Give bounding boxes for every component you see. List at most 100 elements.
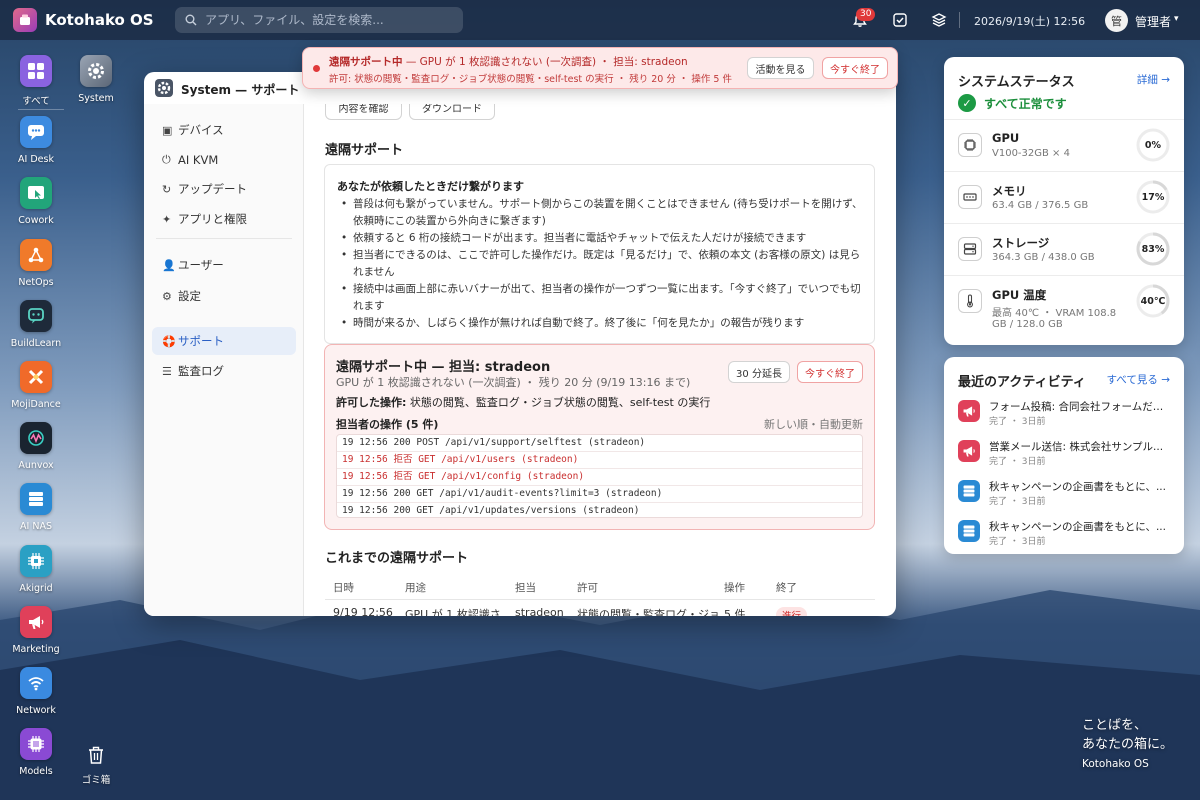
dock-item-build[interactable]: BuildLearn xyxy=(6,299,66,349)
notification-badge: 30 xyxy=(856,8,876,21)
status-detail: 最高 40℃ ・ VRAM 108.8 GB / 128.0 GB xyxy=(992,304,1116,330)
slogan: ことばを、 あなたの箱に。 xyxy=(1082,716,1173,754)
session-permissions: 許可した操作: 状態の閲覧、監査ログ・ジョブ状態の閲覧、self-test の実… xyxy=(336,394,710,410)
view-content-button[interactable]: 内容を確認 xyxy=(325,104,402,120)
dock-item-wifi[interactable]: Network xyxy=(6,667,66,716)
avatar[interactable]: 管 xyxy=(1105,9,1128,32)
kotohako-logo[interactable] xyxy=(13,8,37,32)
table-cell[interactable]: 9/19 12:56 xyxy=(333,606,393,616)
sidebar-item-ai-kvm[interactable]: ⏻ AI KVM xyxy=(152,146,296,174)
activity-item[interactable]: 営業メール送信: 株式会社サンプル... 完了 ・ 3日前 xyxy=(958,438,1178,474)
see-all-link[interactable]: すべて見る → xyxy=(1107,372,1170,387)
view-activity-button[interactable]: 活動を見る xyxy=(747,57,814,79)
table-cell[interactable]: 5 件 xyxy=(724,606,746,616)
log-entry: 19 12:56 拒否 GET /api/v1/config (stradeon… xyxy=(337,469,862,486)
sidebar-item-updates[interactable]: ↻ アップデート xyxy=(152,175,296,203)
status-detail: 364.3 GB / 438.0 GB xyxy=(992,252,1095,263)
remote-support-banner: 遠隔サポート中 — GPU が 1 枚認識されない (一次調査) ・ 担当: s… xyxy=(302,47,898,89)
sidebar-item-audit-log[interactable]: ☰ 監査ログ xyxy=(152,357,296,385)
dock-label: NetOps xyxy=(18,276,54,288)
table-cell[interactable]: 状態の閲覧・監査ログ・ジョ xyxy=(577,606,720,616)
tasks-icon[interactable] xyxy=(890,10,910,30)
table-header: 操作 xyxy=(724,582,745,594)
dock-item-chip[interactable]: Akigrid xyxy=(6,544,66,594)
banner-end-button[interactable]: 今すぐ終了 xyxy=(822,57,888,79)
megaphone-icon xyxy=(20,605,52,638)
monitor-icon: ▣ xyxy=(162,123,173,137)
status-detail-line: V100-32GB × 4 xyxy=(992,148,1070,159)
main-content: 内容を確認 ダウンロード 遠隔サポート あなたが依頼したときだけ繋がります 普段… xyxy=(304,104,896,616)
megaphone-icon xyxy=(958,440,980,462)
sparkle-icon: ✦ xyxy=(162,212,172,226)
operations-log[interactable]: 19 12:56 200 POST /api/v1/support/selfte… xyxy=(336,434,863,518)
info-bullet: 時間が来るか、しばらく操作が無ければ自動で終了。終了後に「何を見たか」の報告が残… xyxy=(337,315,867,332)
dock-label: Models xyxy=(19,766,53,778)
dock-item-nas[interactable]: AI NAS xyxy=(6,483,66,532)
megaphone-icon xyxy=(958,400,980,422)
dock-item-network[interactable]: NetOps xyxy=(6,238,66,288)
table-cell[interactable]: GPU が 1 枚認識さ xyxy=(405,606,501,616)
status-item[interactable]: GPU 温度 最高 40℃ ・ VRAM 108.8 GB / 128.0 GB 40… xyxy=(944,275,1184,330)
status-item[interactable]: メモリ 63.4 GB / 376.5 GB 17% xyxy=(944,171,1184,223)
dock-item-megaphone[interactable]: Marketing xyxy=(6,605,66,655)
dock-label: Marketing xyxy=(12,643,60,655)
sidebar-item-label: ユーザー xyxy=(178,258,224,272)
dock-label: Akigrid xyxy=(19,582,53,594)
window-title: System — サポート xyxy=(181,83,300,97)
table-cell[interactable]: stradeon xyxy=(515,606,564,616)
status-detail: 63.4 GB / 376.5 GB xyxy=(992,200,1088,211)
sidebar-item-settings[interactable]: ⚙ 設定 xyxy=(152,282,296,310)
chip-icon xyxy=(20,544,52,577)
dock-item-wave[interactable]: Aunvox xyxy=(6,422,66,471)
layers-icon[interactable] xyxy=(929,10,949,30)
sidebar: ▣ デバイス ⏻ AI KVM ↻ アップデート ✦ アプリと権限 👤 ユーザー ⚙ 設定 🛟 サポート ☰… xyxy=(144,104,304,616)
dock-item-cpu[interactable]: Models xyxy=(6,728,66,777)
desktop-system-icon[interactable]: System xyxy=(66,55,126,104)
dock-item-grid[interactable]: すべて xyxy=(6,55,66,107)
cpu-icon xyxy=(20,728,52,761)
sidebar-item-devices[interactable]: ▣ デバイス xyxy=(152,116,296,144)
slogan-brand: Kotohako OS xyxy=(1082,758,1149,770)
info-bullet: 接続中は画面上部に赤いバナーが出て、担当者の操作が一つずつ一覧に出ます。「今すぐ… xyxy=(337,281,867,315)
sidebar-divider xyxy=(156,238,292,239)
system-support-window: System — サポート ▣ デバイス ⏻ AI KVM ↻ アップデート ✦ アプリと権限… xyxy=(144,72,896,616)
status-item[interactable]: ストレージ 364.3 GB / 438.0 GB 83% xyxy=(944,223,1184,275)
sidebar-item-users[interactable]: 👤 ユーザー xyxy=(152,251,296,279)
chevron-down-icon[interactable]: ▾ xyxy=(1174,14,1179,24)
check-icon: ✓ xyxy=(958,94,976,112)
user-name[interactable]: 管理者 xyxy=(1135,13,1171,30)
status-item[interactable]: GPU V100-32GB × 4 0% xyxy=(944,119,1184,171)
log-entry: 19 12:56 200 GET /api/v1/updates/version… xyxy=(337,503,862,517)
trash[interactable]: ゴミ箱 xyxy=(66,744,126,786)
download-button[interactable]: ダウンロード xyxy=(409,104,495,120)
usage-value: 40℃ xyxy=(1140,295,1166,307)
activity-item[interactable]: 秋キャンペーンの企画書をもとに、... 完了 ・ 3日前 xyxy=(958,478,1178,514)
status-detail: V100-32GB × 4 xyxy=(992,148,1070,159)
activity-item[interactable]: フォーム投稿: 合同会社フォームだけ... 完了 ・ 3日前 xyxy=(958,398,1178,434)
support-info-box: あなたが依頼したときだけ繋がります 普段は何も繋がっていません。サポート側からこ… xyxy=(324,164,875,344)
history-title: これまでの遠隔サポート xyxy=(325,551,469,566)
info-bullet: 普段は何も繋がっていません。サポート側からこの装置を開くことはできません (待ち… xyxy=(337,196,867,230)
end-now-button[interactable]: 今すぐ終了 xyxy=(797,361,863,383)
thermometer-icon xyxy=(958,289,982,313)
activity-item[interactable]: 秋キャンペーンの企画書をもとに、... 完了 ・ 3日前 xyxy=(958,518,1178,554)
table-header: 許可 xyxy=(577,582,598,594)
dock-item-cursor[interactable]: Cowork xyxy=(6,177,66,226)
dock-item-dance[interactable]: MojiDance xyxy=(6,361,66,410)
nas-icon xyxy=(958,480,980,502)
extend-button[interactable]: 30 分延長 xyxy=(728,361,790,383)
dock-label: Network xyxy=(16,705,56,716)
user-icon: 👤 xyxy=(162,258,176,272)
dock-item-chat[interactable]: AI Desk xyxy=(6,116,66,165)
chat-icon xyxy=(20,116,52,149)
dock-label: MojiDance xyxy=(11,399,61,410)
usage-value: 17% xyxy=(1141,191,1165,203)
sidebar-item-support[interactable]: 🛟 サポート xyxy=(152,327,296,355)
global-search[interactable] xyxy=(175,7,463,33)
status-panel-title: システムステータス xyxy=(958,75,1075,90)
operations-title: 担当者の操作 (5 件) xyxy=(336,418,439,431)
status-detail-line: GB / 128.0 GB xyxy=(992,319,1063,330)
sidebar-item-apps-permissions[interactable]: ✦ アプリと権限 xyxy=(152,205,296,233)
search-input[interactable] xyxy=(205,13,445,27)
details-link[interactable]: 詳細 → xyxy=(1137,72,1170,87)
